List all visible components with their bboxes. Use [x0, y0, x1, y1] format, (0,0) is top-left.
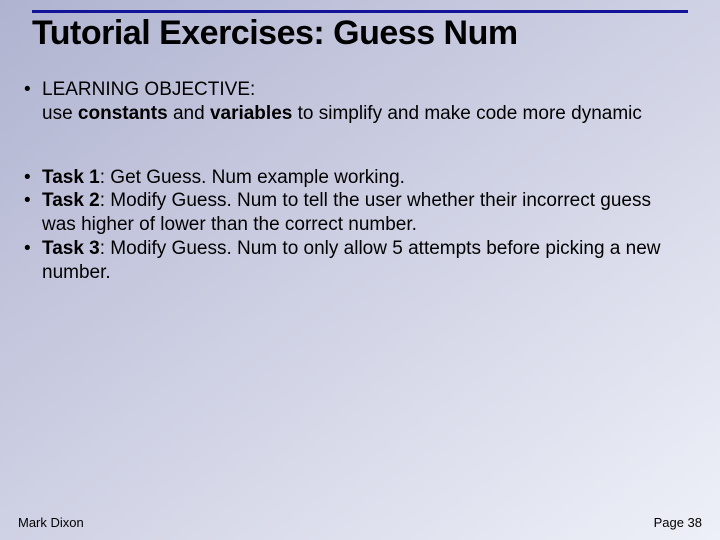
task-3-text: Task 3: Modify Guess. Num to only allow …: [42, 237, 688, 285]
objective-b2: variables: [210, 103, 292, 124]
task-1-text: Task 1: Get Guess. Num example working.: [42, 166, 688, 190]
objective-bullet: • LEARNING OBJECTIVE: use constants and …: [20, 78, 688, 126]
spacer: [20, 126, 688, 166]
bullet-dot-icon: •: [20, 189, 42, 237]
task-3: • Task 3: Modify Guess. Num to only allo…: [20, 237, 688, 285]
page-title: Tutorial Exercises: Guess Num: [32, 14, 688, 53]
task-1: • Task 1: Get Guess. Num example working…: [20, 166, 688, 190]
footer: Mark Dixon Page 38: [18, 515, 702, 530]
task-1-desc: : Get Guess. Num example working.: [100, 167, 405, 188]
objective-pre: use: [42, 103, 78, 124]
objective-mid: and: [168, 103, 210, 124]
task-3-label: Task 3: [42, 238, 100, 259]
objective-b1: constants: [78, 103, 168, 124]
content-area: • LEARNING OBJECTIVE: use constants and …: [20, 78, 688, 284]
task-2-text: Task 2: Modify Guess. Num to tell the us…: [42, 189, 688, 237]
task-2-desc: : Modify Guess. Num to tell the user whe…: [42, 190, 651, 235]
bullet-dot-icon: •: [20, 237, 42, 285]
footer-author: Mark Dixon: [18, 515, 84, 530]
objective-text: LEARNING OBJECTIVE: use constants and va…: [42, 78, 688, 126]
bullet-dot-icon: •: [20, 166, 42, 190]
footer-page: Page 38: [654, 515, 702, 530]
objective-post: to simplify and make code more dynamic: [292, 103, 642, 124]
task-2-label: Task 2: [42, 190, 100, 211]
objective-label: LEARNING OBJECTIVE:: [42, 79, 255, 100]
task-1-label: Task 1: [42, 167, 100, 188]
task-3-desc: : Modify Guess. Num to only allow 5 atte…: [42, 238, 661, 283]
title-rule: [32, 10, 688, 13]
bullet-dot-icon: •: [20, 78, 42, 126]
task-2: • Task 2: Modify Guess. Num to tell the …: [20, 189, 688, 237]
